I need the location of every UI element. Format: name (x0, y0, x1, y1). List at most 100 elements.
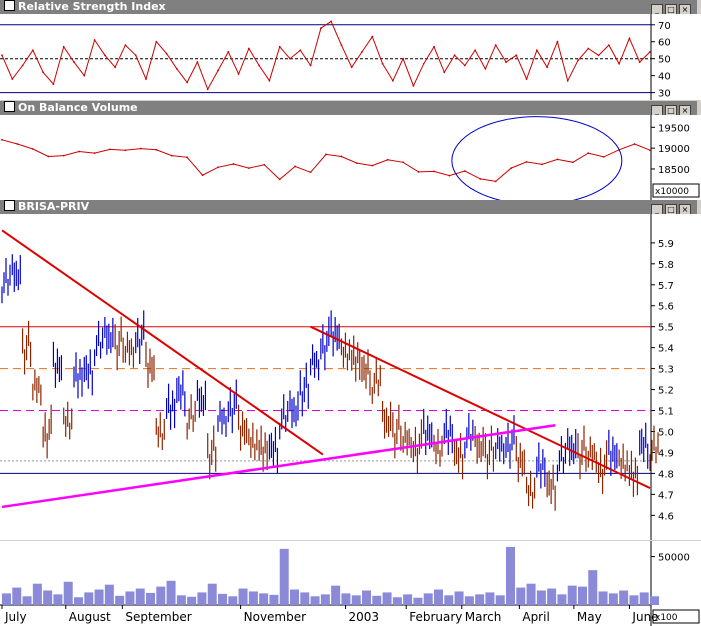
volume-bar (444, 595, 454, 605)
data-point (309, 64, 312, 67)
y-tick-label: 5.3 (658, 365, 674, 376)
data-point (1, 54, 3, 57)
volume-bar (74, 597, 83, 605)
data-point (186, 156, 189, 159)
volume-bar (135, 588, 145, 605)
data-point (355, 162, 358, 165)
rsi-title: Relative Strength Index (18, 0, 166, 13)
data-point (170, 154, 173, 157)
volume-bar (536, 590, 546, 605)
volume-bar (218, 593, 227, 605)
volume-bar (547, 588, 557, 605)
data-point (16, 143, 19, 145)
volume-chart[interactable]: 50000x100July August September November 2003… (0, 541, 701, 626)
price-titlebar[interactable]: BRISA-PRIV _ □ × (0, 200, 697, 215)
x-tick-label: July (4, 610, 27, 624)
volume-bar (341, 593, 351, 605)
data-point (607, 44, 610, 47)
volume-bar (207, 583, 217, 605)
y-tick-label: 5.6 (658, 302, 674, 313)
multiplier-label: x10000 (655, 187, 689, 197)
data-point (638, 61, 641, 63)
data-point (535, 49, 538, 52)
volume-bar (125, 591, 135, 605)
data-point (633, 143, 636, 145)
data-point (263, 163, 266, 166)
data-point (556, 158, 559, 161)
y-tick-label: 5.9 (658, 239, 674, 250)
data-point (114, 66, 117, 69)
data-point (597, 54, 600, 57)
data-point (463, 64, 466, 67)
data-point (546, 66, 549, 69)
volume-bar (290, 589, 299, 605)
volume-bar (639, 592, 649, 605)
data-point (340, 155, 343, 158)
rsi-titlebar[interactable]: Relative Strength Index _ □ × (0, 0, 697, 15)
volume-bar (320, 594, 330, 605)
volume-bar (156, 586, 166, 605)
panel-icon (4, 101, 15, 112)
data-point (340, 44, 343, 47)
volume-bar (269, 594, 279, 605)
data-point (62, 154, 65, 157)
data-point (247, 47, 250, 50)
obv-chart[interactable]: 19500 19000 18500 x10000 (0, 115, 701, 200)
data-point (602, 155, 605, 158)
volume-bar (495, 595, 505, 605)
data-point (124, 44, 127, 47)
price-title: BRISA-PRIV (18, 200, 90, 213)
volume-bar (104, 584, 114, 605)
data-point (319, 27, 322, 30)
data-point (196, 61, 199, 63)
y-tick-label: 5.4 (658, 344, 674, 355)
data-point (361, 51, 363, 53)
volume-bar (423, 593, 433, 605)
data-point (62, 45, 65, 48)
x-tick-label: March (465, 610, 502, 624)
volume-bar (84, 592, 94, 605)
volume-bar (464, 596, 474, 605)
data-point (484, 67, 487, 70)
volume-bar (516, 587, 526, 605)
y-tick-label: 5.7 (658, 281, 674, 292)
panel-icon (4, 0, 15, 11)
y-tick-label: 5.0 (658, 427, 674, 438)
x-tick-label: June (631, 610, 658, 624)
volume-bar (94, 589, 104, 605)
volume-bar (115, 595, 125, 605)
data-point (42, 71, 45, 74)
volume-bar (475, 594, 485, 605)
data-point (278, 178, 281, 181)
volume-bar (2, 593, 11, 605)
data-point (1, 138, 3, 141)
rsi-chart[interactable]: 70 60 50 40 30 (0, 14, 701, 100)
data-point (155, 40, 158, 43)
data-point (103, 54, 106, 57)
data-point (350, 66, 353, 69)
volume-bar (53, 594, 63, 605)
data-point (93, 39, 96, 41)
plot-area (0, 115, 651, 200)
data-point (587, 152, 590, 155)
volume-bar (259, 593, 269, 605)
data-point (93, 152, 96, 155)
obv-titlebar[interactable]: On Balance Volume _ □ × (0, 101, 697, 116)
volume-bar (372, 595, 382, 605)
volume-bar (413, 597, 423, 605)
data-point (433, 45, 435, 48)
data-point (217, 166, 219, 169)
data-point (515, 54, 518, 57)
volume-bar (650, 596, 659, 605)
data-point (587, 47, 590, 50)
volume-bar (567, 585, 577, 605)
data-point (201, 174, 204, 177)
price-chart[interactable]: 5.9 5.8 5.7 5.6 5.5 5.4 5.3 5.2 5.1 5.0 4.9 4.8 4.7 4… (0, 214, 701, 540)
data-point (109, 148, 111, 151)
data-point (505, 61, 507, 63)
data-point (391, 79, 394, 82)
volume-bar (608, 593, 618, 605)
volume-bar (619, 590, 629, 605)
data-point (525, 160, 528, 163)
volume-bar (506, 546, 515, 605)
